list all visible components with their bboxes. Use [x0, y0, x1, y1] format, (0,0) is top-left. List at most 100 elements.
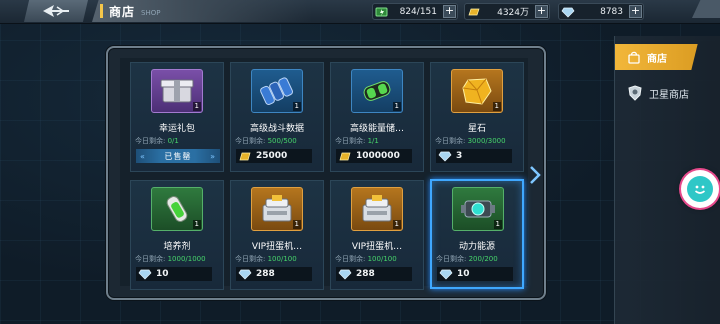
- item-count: 1: [292, 102, 301, 111]
- item-price: 3: [436, 149, 512, 163]
- chevron-right-icon: [530, 166, 541, 184]
- limit-label: 今日剩余:: [135, 137, 166, 145]
- price-value: 288: [356, 269, 375, 279]
- diamond-icon: [138, 269, 152, 280]
- limit-value: 100/100: [267, 255, 297, 263]
- limit-label: 今日剩余:: [235, 255, 266, 263]
- item-price: 10: [437, 267, 513, 281]
- item-name: 高级能量储…: [349, 124, 404, 134]
- item-price: 288: [236, 267, 312, 281]
- shop-item-card[interactable]: 1 培养剂 今日剩余: 1000/1000 10: [130, 180, 224, 290]
- page-subtitle: SHOP: [141, 9, 161, 17]
- tab-satellite-shop-label: 卫星商店: [649, 89, 689, 101]
- limit-label: 今日剩余:: [435, 137, 466, 145]
- item-daily-limit: 今日剩余: 100/100: [335, 254, 397, 264]
- diamond-add-button[interactable]: +: [629, 5, 642, 18]
- item-daily-limit: 今日剩余: 1000/1000: [135, 254, 206, 264]
- limit-label: 今日剩余:: [135, 255, 166, 263]
- item-count: 1: [192, 220, 201, 229]
- top-bar: 商店 SHOP 824/151 + 4324万 + 8783 +: [0, 0, 720, 24]
- gold-bar-icon: [465, 4, 483, 19]
- energy-icon: [373, 4, 391, 19]
- tab-shop[interactable]: 商店: [615, 44, 698, 70]
- item-price: 25000: [236, 149, 312, 163]
- culture-vial-icon: 1: [151, 187, 203, 231]
- item-daily-limit: 今日剩余: 100/100: [235, 254, 297, 264]
- tab-shop-label: 商店: [647, 53, 667, 65]
- back-button[interactable]: [24, 0, 88, 22]
- limit-value: 100/100: [367, 255, 397, 263]
- item-price: 10: [136, 267, 212, 281]
- limit-label: 今日剩余:: [335, 255, 366, 263]
- energy-add-button[interactable]: +: [443, 5, 456, 18]
- gold-add-button[interactable]: +: [535, 5, 548, 18]
- limit-label: 今日剩余:: [436, 255, 467, 263]
- item-price: 1000000: [336, 149, 412, 163]
- shop-item-card[interactable]: 1 星石 今日剩余: 3000/3000 3: [430, 62, 524, 172]
- page-title: 商店: [109, 4, 136, 19]
- next-page-arrow[interactable]: [528, 164, 542, 186]
- item-name: 高级战斗数据: [249, 124, 304, 134]
- chevron-left-icon: «: [140, 151, 146, 161]
- item-daily-limit: 今日剩余: 500/500: [235, 136, 297, 146]
- energy-resource: 824/151 +: [372, 3, 458, 20]
- limit-label: 今日剩余:: [335, 137, 366, 145]
- limit-value: 1000/1000: [167, 255, 206, 263]
- limit-label: 今日剩余:: [235, 137, 266, 145]
- shop-item-card-selected[interactable]: 1 动力能源 今日剩余: 200/200 10: [430, 179, 524, 289]
- diamond-value: 8783: [600, 6, 623, 17]
- energy-cell-icon: 1: [351, 69, 403, 113]
- item-name: 动力能源: [458, 242, 495, 252]
- vip-capsule-machine-icon: 1: [251, 187, 303, 231]
- assistant-float-button[interactable]: [681, 170, 719, 208]
- shop-item-card[interactable]: 1 VIP扭蛋机… 今日剩余: 100/100 288: [230, 180, 324, 290]
- gold-value: 4324万: [497, 8, 529, 18]
- diamond-icon: [438, 151, 452, 162]
- shop-grid: 1 幸运礼包 今日剩余: 0/1 « 已售罄 » 1 高级战斗数据 今日剩余: …: [120, 58, 528, 290]
- item-daily-limit: 今日剩余: 200/200: [436, 254, 498, 264]
- sold-out-label: 已售罄: [164, 151, 192, 161]
- limit-value: 1/1: [367, 137, 379, 145]
- item-count: 1: [492, 102, 501, 111]
- price-value: 25000: [256, 151, 288, 161]
- shop-bag-icon: [628, 51, 640, 64]
- diamond-icon: [238, 269, 252, 280]
- price-value: 288: [256, 269, 275, 279]
- shop-item-card[interactable]: 1 高级能量储… 今日剩余: 1/1 1000000: [330, 62, 424, 172]
- shop-panel: 1 幸运礼包 今日剩余: 0/1 « 已售罄 » 1 高级战斗数据 今日剩余: …: [106, 46, 546, 300]
- item-count: 1: [392, 220, 401, 229]
- vip-capsule-machine-icon: 1: [351, 187, 403, 231]
- item-price: 288: [336, 267, 412, 281]
- star-stone-icon: 1: [451, 69, 503, 113]
- smiley-icon: [687, 176, 713, 202]
- item-daily-limit: 今日剩余: 3000/3000: [435, 136, 506, 146]
- chevron-right-icon: »: [210, 151, 216, 161]
- item-daily-limit: 今日剩余: 1/1: [335, 136, 379, 146]
- item-name: VIP扭蛋机…: [251, 242, 303, 252]
- item-name: VIP扭蛋机…: [351, 242, 403, 252]
- item-name: 幸运礼包: [158, 124, 195, 134]
- shop-item-card[interactable]: 1 幸运礼包 今日剩余: 0/1 « 已售罄 »: [130, 62, 224, 172]
- diamond-resource: 8783 +: [558, 3, 644, 20]
- sold-out-banner: « 已售罄 »: [136, 149, 220, 163]
- item-count: 1: [392, 102, 401, 111]
- shop-item-card[interactable]: 1 VIP扭蛋机… 今日剩余: 100/100 288: [330, 180, 424, 290]
- item-daily-limit: 今日剩余: 0/1: [135, 136, 179, 146]
- price-value: 1000000: [356, 151, 400, 161]
- limit-value: 500/500: [267, 137, 297, 145]
- price-value: 10: [457, 269, 470, 279]
- shop-item-card[interactable]: 1 高级战斗数据 今日剩余: 500/500 25000: [230, 62, 324, 172]
- limit-value: 3000/3000: [467, 137, 506, 145]
- gold-bar-icon: [339, 152, 351, 160]
- item-count: 1: [292, 220, 301, 229]
- back-arrow-icon: [43, 5, 69, 17]
- limit-value: 0/1: [167, 137, 179, 145]
- item-count: 1: [493, 220, 502, 229]
- title-accent: [100, 4, 103, 18]
- price-value: 3: [456, 151, 463, 161]
- gold-resource: 4324万 +: [464, 3, 550, 20]
- gold-bar-icon: [239, 152, 251, 160]
- tab-satellite-shop[interactable]: 卫星商店: [615, 80, 720, 106]
- top-right-ornament: [692, 0, 720, 18]
- price-value: 10: [156, 269, 169, 279]
